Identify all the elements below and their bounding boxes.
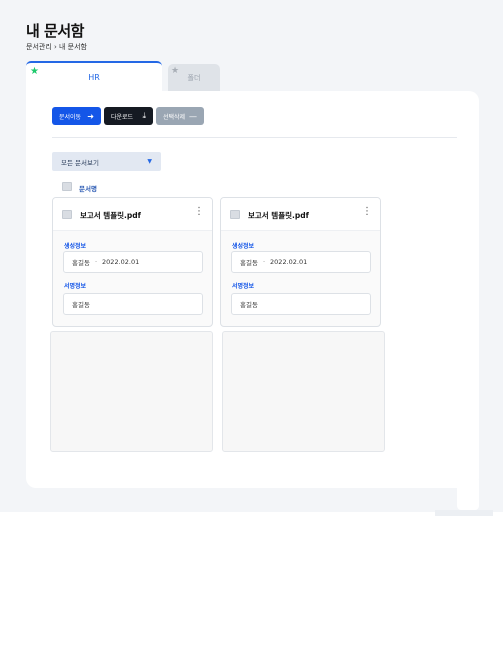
kebab-menu-icon[interactable]: ⋮ [362, 207, 372, 217]
signed-by: 홍길동 [240, 301, 258, 309]
filter-selected-value: 모든 문서보기 [61, 158, 99, 167]
tab-label: HR [88, 73, 100, 82]
panel-edge-shadow [435, 510, 493, 516]
column-header-document-name: 문서명 [79, 185, 97, 193]
download-button[interactable]: 다운로드 ⤓ [104, 107, 153, 125]
tab-hr[interactable]: ★ HR [26, 61, 162, 93]
created-by: 홍길동 [240, 259, 258, 267]
document-card[interactable]: 보고서 템플릿.pdf ⋮ 생성정보 홍길동 · 2022.02.01 서명정보… [220, 197, 381, 327]
move-document-button[interactable]: 문서이동 ➜ [52, 107, 101, 125]
move-button-label: 문서이동 [59, 113, 82, 121]
select-all-checkbox[interactable] [62, 182, 72, 191]
tab-folder[interactable]: ★ 폴더 [168, 64, 220, 92]
download-button-label: 다운로드 [111, 113, 134, 121]
tab-label: 폴더 [187, 74, 201, 82]
page-title: 내 문서함 [26, 22, 84, 40]
empty-document-slot [222, 331, 385, 452]
download-icon: ⤓ [142, 111, 146, 120]
signature-info-label: 서명정보 [232, 283, 255, 290]
signature-info-field: 홍길동 [63, 293, 203, 315]
breadcrumb: 문서관리 › 내 문서함 [26, 43, 87, 51]
signature-info-field: 홍길동 [231, 293, 371, 315]
caret-down-icon: ▼ [147, 158, 152, 165]
created-info-field: 홍길동 · 2022.02.01 [231, 251, 371, 273]
separator-dot: · [262, 258, 266, 266]
kebab-menu-icon[interactable]: ⋮ [194, 207, 204, 217]
created-date: 2022.02.01 [270, 258, 308, 266]
separator-dot: · [94, 258, 98, 266]
document-card[interactable]: 보고서 템플릿.pdf ⋮ 생성정보 홍길동 · 2022.02.01 서명정보… [52, 197, 213, 327]
minus-icon: — [189, 111, 197, 121]
signature-info-label: 서명정보 [64, 283, 87, 290]
created-date: 2022.02.01 [102, 258, 140, 266]
document-file-name: 보고서 템플릿.pdf [248, 211, 309, 220]
signed-by: 홍길동 [72, 301, 90, 309]
arrow-right-icon: ➜ [87, 111, 94, 121]
empty-document-slot [50, 331, 213, 452]
created-by: 홍길동 [72, 259, 90, 267]
created-info-label: 생성정보 [232, 243, 255, 250]
delete-selected-button[interactable]: 선택삭제 — [156, 107, 204, 125]
created-info-label: 생성정보 [64, 243, 87, 250]
delete-button-label: 선택삭제 [163, 113, 186, 121]
document-checkbox[interactable] [62, 210, 72, 219]
document-filter-select[interactable]: 모든 문서보기 ▼ [52, 152, 161, 171]
created-info-field: 홍길동 · 2022.02.01 [63, 251, 203, 273]
document-file-name: 보고서 템플릿.pdf [80, 211, 141, 220]
panel-edge [457, 480, 479, 510]
document-checkbox[interactable] [230, 210, 240, 219]
toolbar-divider [52, 137, 457, 138]
